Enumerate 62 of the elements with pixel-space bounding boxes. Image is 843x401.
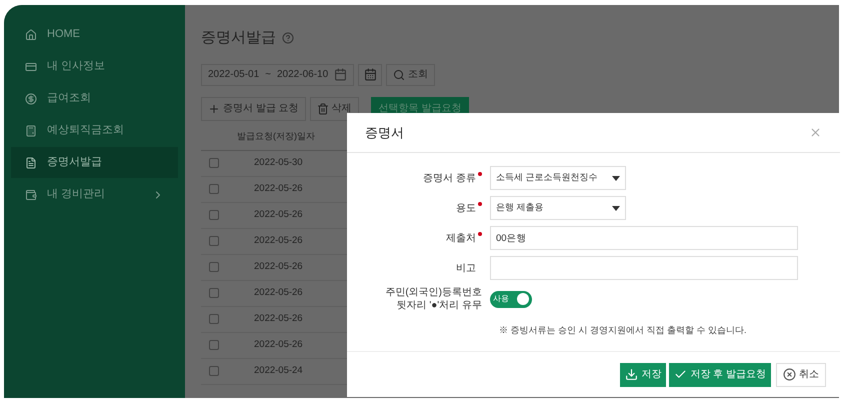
search-button[interactable]: 조회 (386, 64, 436, 86)
calendar-button[interactable] (358, 64, 382, 86)
row-checkbox[interactable] (209, 288, 219, 298)
date-cell-text: 2022-05-26 (254, 182, 303, 196)
field-label: 비고 (456, 262, 476, 276)
cancel-icon (783, 368, 796, 381)
date-cell-text: 2022-05-26 (254, 338, 303, 352)
sidebar-item[interactable]: 급여조회 (11, 83, 178, 114)
date-cell-text: 2022-05-26 (254, 312, 303, 326)
date-cell-text: 2022-05-26 (254, 286, 303, 300)
wallet-icon (25, 188, 37, 200)
date-cell-text: 2022-05-26 (254, 234, 303, 248)
save-request-button[interactable]: 저장 후 발급요청 (669, 362, 771, 386)
row-checkbox[interactable] (209, 210, 219, 220)
toggle-switch[interactable]: 사용 (490, 290, 532, 308)
field-label: 주민(외국인)등록번호 뒷자리 '●'처리 유무 (385, 286, 482, 312)
text-field[interactable]: 00은행 (490, 226, 798, 250)
request-button[interactable]: 증명서 발급 요청 (201, 96, 306, 120)
text-field[interactable] (490, 256, 798, 280)
select-field[interactable]: 은행 제출용 (490, 196, 626, 220)
row-checkbox[interactable] (209, 340, 219, 350)
save-button[interactable]: 저장 (620, 362, 666, 386)
date-range-field[interactable]: 2022-05-01 ~ 2022-06-10 (201, 64, 354, 86)
sidebar-item[interactable]: 내 인사정보 (11, 51, 178, 82)
row-checkbox[interactable] (209, 184, 219, 194)
page-title: 증명서발급 (201, 28, 276, 48)
field-label: 용도 (456, 202, 476, 216)
close-icon[interactable] (809, 126, 822, 139)
calendar-icon[interactable] (334, 68, 348, 81)
sidebar-item[interactable]: 증명서발급 (11, 147, 178, 178)
note-text: ※ 증빙서류는 승인 시 경영지원에서 직접 출력할 수 있습니다. (499, 324, 748, 337)
coin-icon (25, 92, 37, 104)
field-label: 증명서 종류 (423, 172, 476, 186)
row-checkbox[interactable] (209, 366, 219, 376)
dialog-title: 증명서 (365, 124, 404, 142)
date-cell-text: 2022-05-26 (254, 260, 303, 274)
date-cell-text: 2022-05-30 (254, 156, 303, 170)
field-label: 제출처 (446, 232, 476, 246)
cancel-button[interactable]: 취소 (776, 362, 826, 386)
trash-icon (316, 102, 329, 114)
help-icon[interactable] (282, 32, 294, 44)
dropdown-caret-icon (612, 176, 620, 180)
id-card-icon (25, 60, 37, 72)
date-cell-text: 2022-05-24 (254, 364, 303, 378)
row-checkbox[interactable] (209, 314, 219, 324)
search-icon (393, 68, 406, 80)
calendar-icon (364, 68, 377, 81)
sidebar-item[interactable]: 예상퇴직금조회 (11, 115, 178, 146)
column-header: 발급요청(저장)일자 (237, 130, 315, 144)
document-icon (25, 156, 37, 168)
sidebar-item[interactable]: 내 경비관리 (11, 179, 178, 210)
dropdown-caret-icon (612, 206, 620, 210)
date-cell-text: 2022-05-26 (254, 208, 303, 222)
home-icon (25, 28, 37, 40)
download-icon (625, 368, 638, 381)
row-checkbox[interactable] (209, 262, 219, 272)
row-checkbox[interactable] (209, 158, 219, 168)
plus-icon (208, 102, 220, 114)
sidebar-item[interactable]: HOME (11, 19, 178, 50)
select-field[interactable]: 소득세 근로소득원천징수 (490, 166, 626, 190)
row-checkbox[interactable] (209, 236, 219, 246)
calculator-icon (25, 124, 37, 136)
